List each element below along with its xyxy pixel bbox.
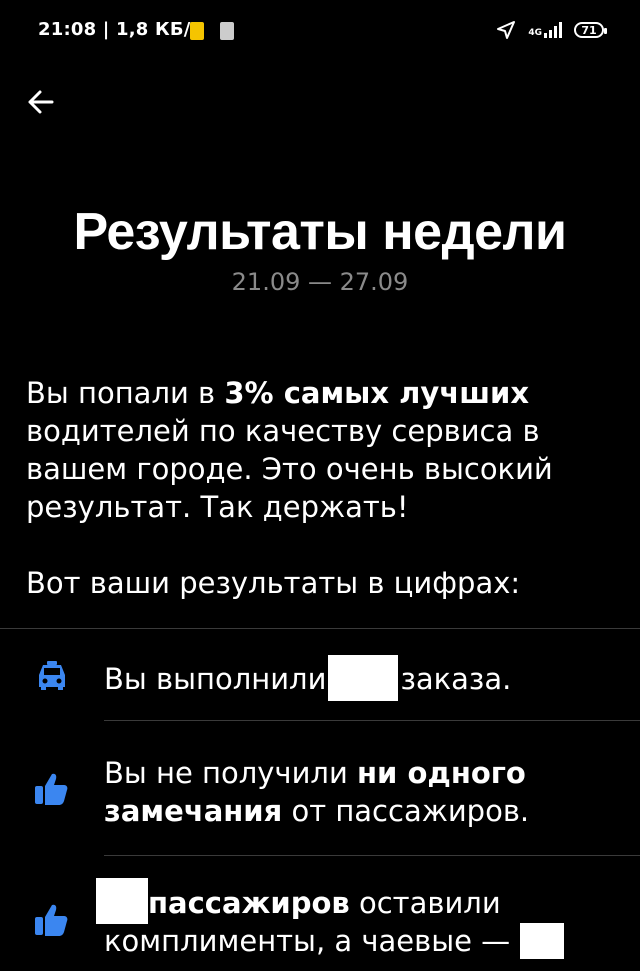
thumbs-up-icon (33, 902, 69, 942)
divider (104, 720, 640, 721)
results-heading: Вот ваши результаты в цифрах: (26, 566, 521, 600)
date-range: 21.09 — 27.09 (231, 268, 409, 296)
intro-text: Вы попали в 3% самых лучших водителей по… (26, 376, 553, 524)
redacted-value (328, 655, 399, 701)
arrow-left-icon (28, 90, 54, 114)
network-type: 4G (528, 28, 542, 38)
thumbs-up-icon (33, 771, 69, 811)
divider (104, 855, 640, 856)
battery-icon: 71 (574, 22, 607, 38)
taxi-car-icon (35, 659, 69, 695)
notification-icon (220, 22, 234, 40)
status-time-speed: 21:08 | 1,8 КБ/с (38, 19, 202, 40)
divider (0, 628, 640, 629)
list-item: пассажиров оставили комплименты, а чаевы… (104, 884, 624, 960)
redacted-value (520, 923, 565, 959)
location-arrow-icon (497, 21, 516, 39)
page-title: Результаты недели (73, 203, 568, 261)
status-bar: 21:08 | 1,8 КБ/с 4G 71 (0, 0, 640, 62)
list-item: Вы выполнили заказа. (104, 655, 624, 701)
list-item: Вы не получили ни одного замечания от па… (104, 756, 530, 828)
back-button[interactable] (22, 82, 62, 122)
intro-highlight: 3% самых лучших (224, 376, 530, 410)
notification-icon (190, 22, 204, 40)
signal-icon: 4G (528, 22, 562, 38)
